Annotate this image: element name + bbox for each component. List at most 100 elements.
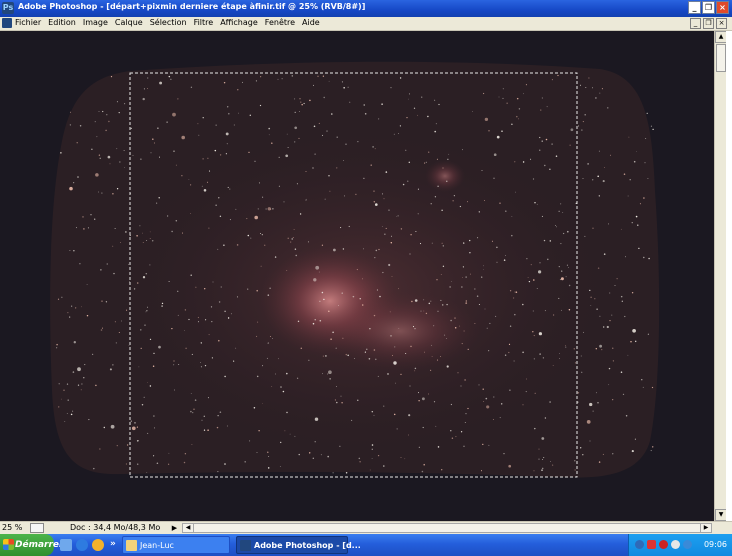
star [611,314,613,316]
horizontal-scrollbar[interactable]: ◀ ▶ [182,523,712,533]
restore-button[interactable]: ❐ [702,1,715,14]
close-button[interactable]: × [716,1,729,14]
star [294,435,296,437]
title-bar[interactable]: Ps Adobe Photoshop - [départ+pixmin dern… [0,0,732,17]
document-canvas[interactable] [0,31,714,521]
star [568,267,570,268]
zoom-level[interactable]: 25 % [2,523,22,532]
star [242,81,243,83]
star [192,412,194,414]
star [190,212,192,214]
star [441,242,443,244]
star [109,368,112,371]
star [493,177,495,179]
menu-edition[interactable]: Edition [48,18,76,27]
star [69,111,71,113]
star [474,322,476,324]
star [500,403,503,405]
star [612,399,614,401]
menu-fenetre[interactable]: Fenêtre [265,18,295,27]
star [116,188,119,190]
star [274,373,276,375]
star [218,339,220,342]
menu-calque[interactable]: Calque [115,18,143,27]
doc-restore-button[interactable]: ❐ [703,18,714,29]
star [141,403,144,406]
menu-filtre[interactable]: Filtre [194,18,214,27]
scroll-left-button[interactable]: ◀ [183,524,194,532]
star [568,308,571,311]
star [637,224,639,226]
star [424,351,425,353]
task-button-jean-luc[interactable]: Jean-Luc [122,536,230,554]
menu-selection[interactable]: Sélection [150,18,187,27]
update-icon[interactable] [683,540,692,549]
star [523,93,524,95]
star [540,109,542,111]
star [262,403,263,405]
menu-affichage[interactable]: Affichage [220,18,258,27]
star [547,258,549,261]
star [595,97,597,99]
star [459,325,460,327]
clock[interactable]: 09:06 [704,540,727,549]
star [509,290,512,292]
star [105,129,107,132]
star [534,202,536,204]
star [565,344,567,346]
doc-close-button[interactable]: × [716,18,727,29]
scroll-thumb[interactable] [716,44,726,72]
star [562,212,564,214]
star [651,446,654,448]
menu-aide[interactable]: Aide [302,18,320,27]
star [573,348,575,350]
antivirus-icon[interactable] [647,540,656,549]
star [272,208,274,210]
zoom-options-button[interactable] [30,523,44,533]
star [620,371,623,373]
menu-fichier[interactable]: Fichier [15,18,41,27]
star [361,278,363,280]
star [72,410,74,412]
star [249,440,251,442]
minimize-button[interactable]: _ [688,1,701,14]
internet-explorer-icon[interactable] [76,539,88,551]
star [118,112,120,114]
star [488,444,490,446]
star [340,227,342,229]
star [602,180,605,183]
star [178,364,180,366]
menu-image[interactable]: Image [83,18,108,27]
media-player-icon[interactable] [92,539,104,551]
star [387,373,389,375]
scroll-right-button[interactable]: ▶ [700,524,711,532]
star [377,375,379,377]
task-button-photoshop[interactable]: Adobe Photoshop - [d... [236,536,361,554]
star [175,220,178,222]
star [436,158,438,160]
volume-icon[interactable] [671,540,680,549]
star [147,88,149,89]
star [558,265,560,268]
star [391,276,393,278]
star [332,331,334,334]
star [328,370,332,375]
star [293,229,295,230]
star [601,88,603,90]
document-menu-icon[interactable] [2,18,12,28]
status-menu-arrow-icon[interactable]: ▶ [170,523,179,533]
star [250,237,252,239]
doc-minimize-button[interactable]: _ [690,18,701,29]
star [244,461,246,463]
star [312,322,315,325]
quicklaunch-overflow-icon[interactable]: » [110,539,116,549]
star [546,106,548,108]
folder-icon [126,540,137,551]
outlook-express-icon[interactable] [60,539,72,551]
star [113,272,115,275]
star [508,343,511,346]
security-icon[interactable] [659,540,668,549]
star [534,392,536,394]
start-button[interactable]: Démarrer [0,534,63,556]
network-icon[interactable] [635,540,644,549]
